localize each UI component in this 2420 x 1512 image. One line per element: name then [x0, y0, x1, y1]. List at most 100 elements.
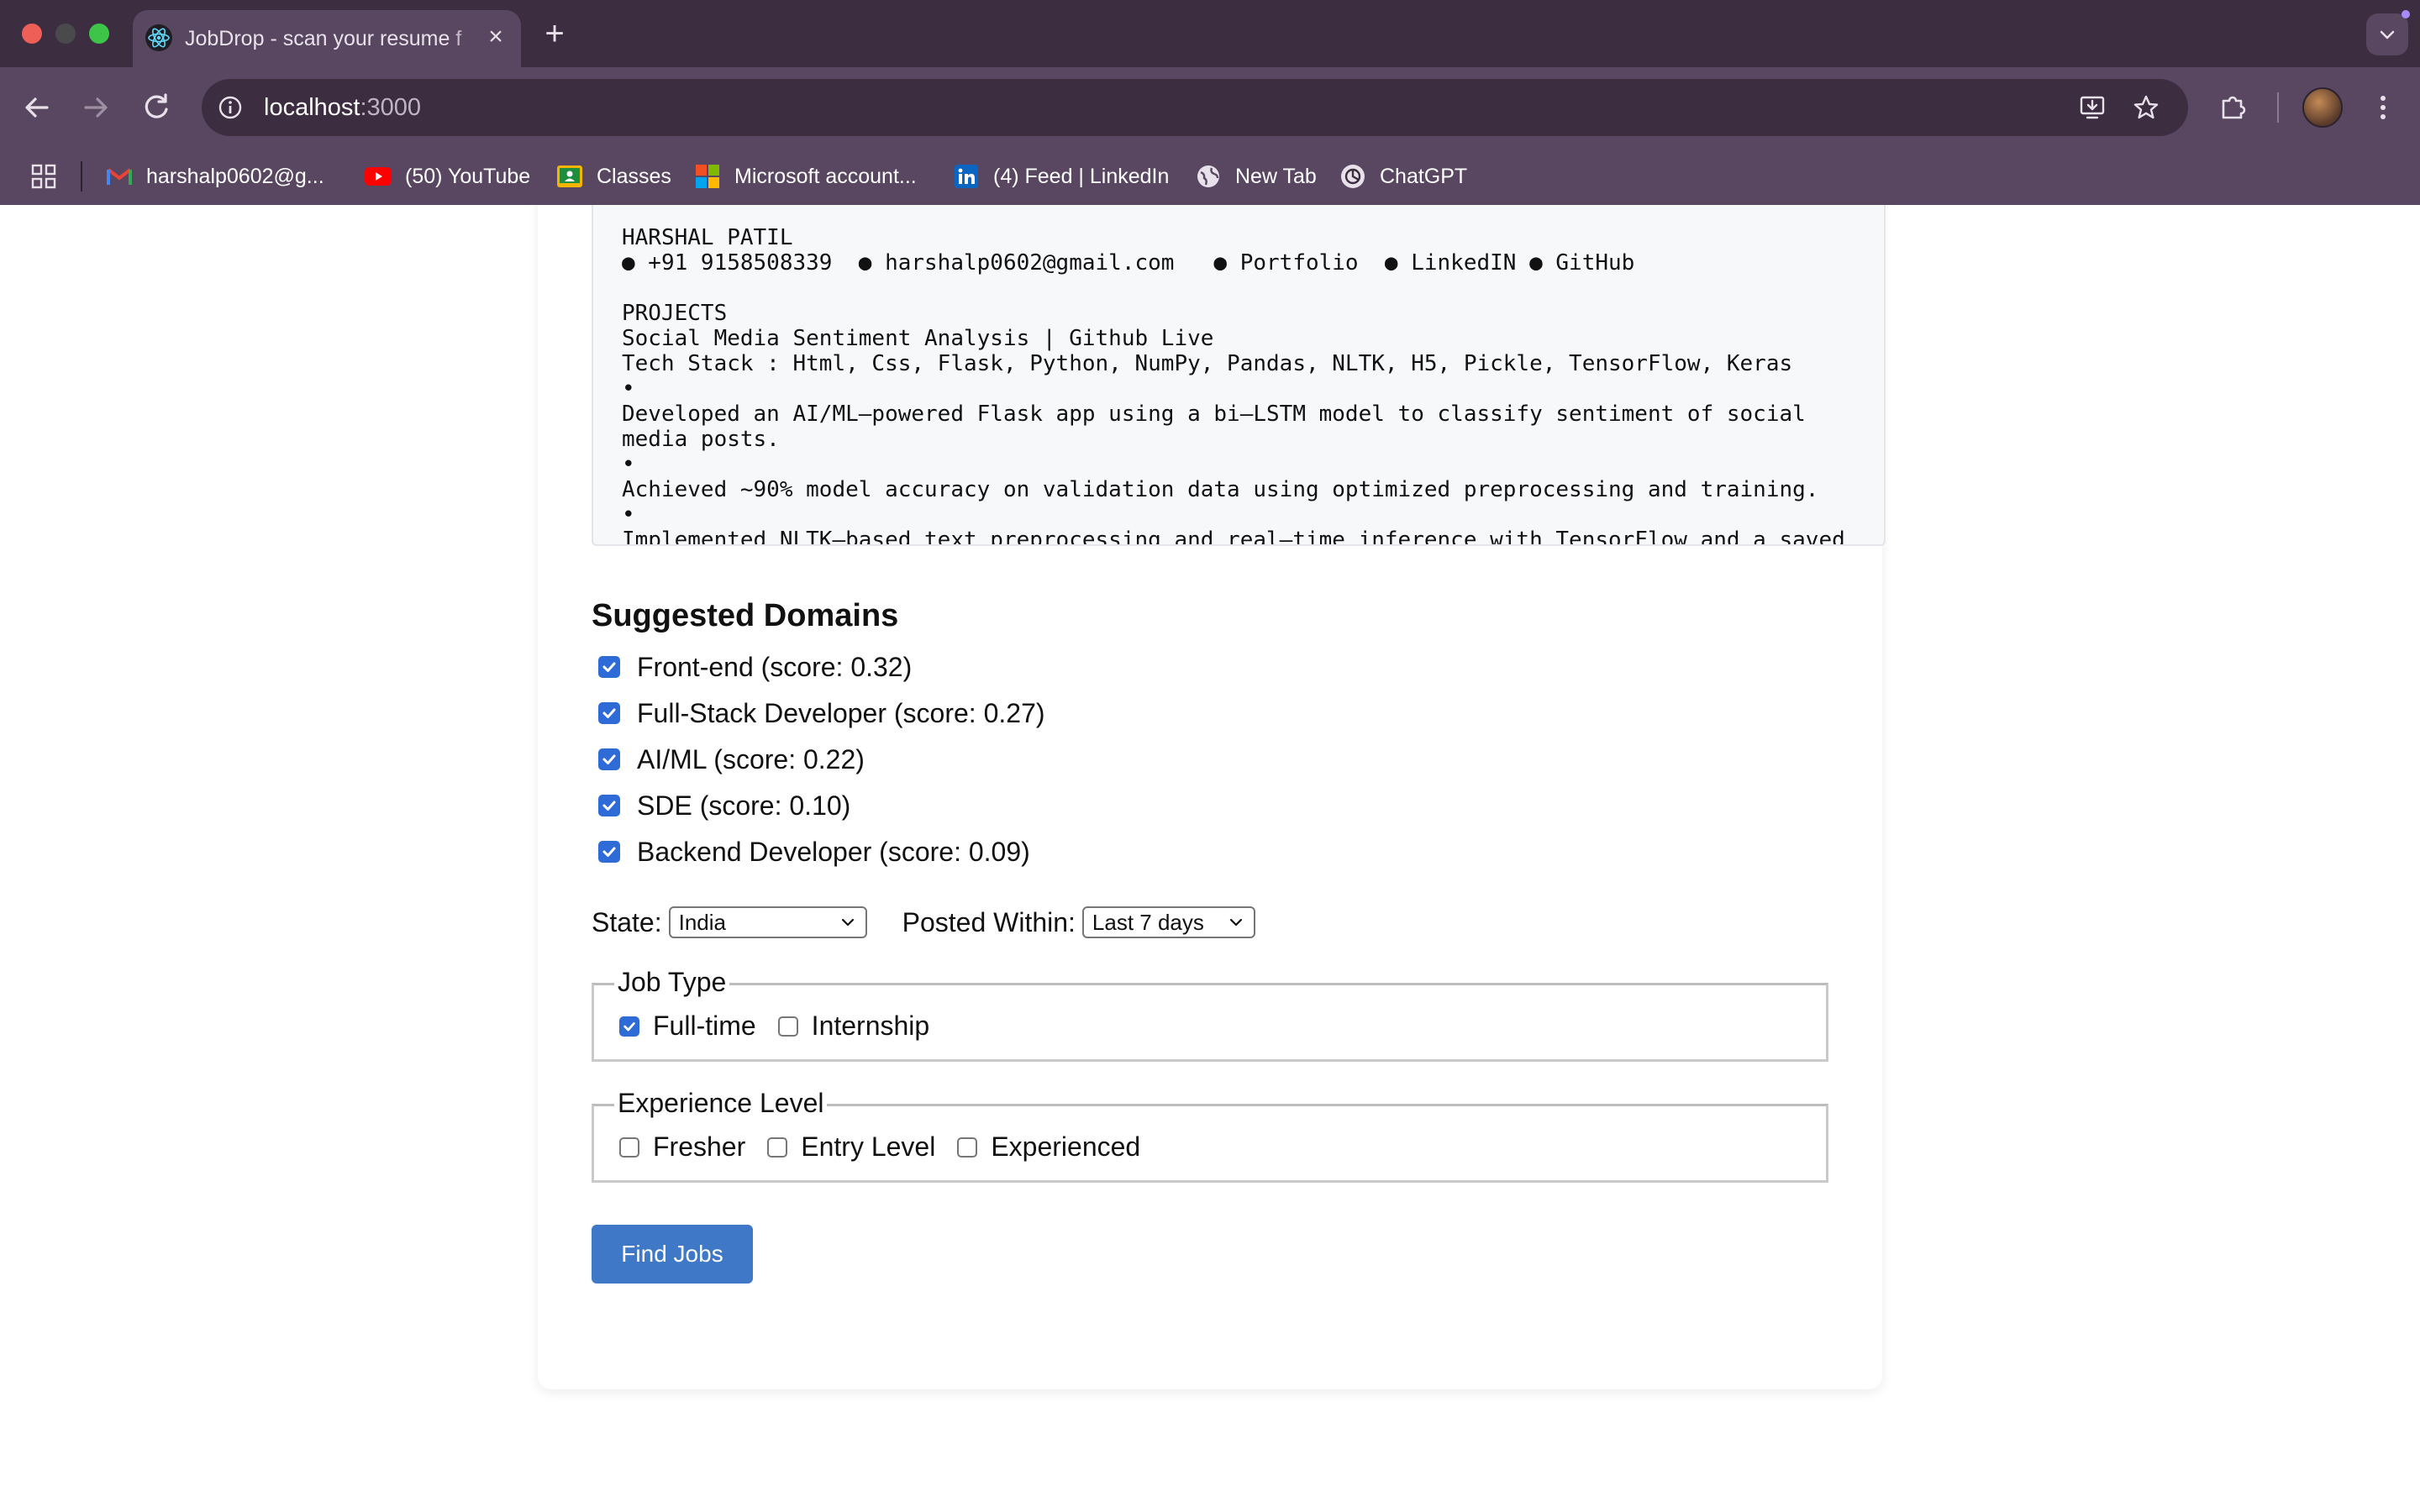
more-menu-icon[interactable] [2365, 89, 2402, 126]
posted-within-label: Posted Within: [902, 906, 1076, 937]
find-jobs-button[interactable]: Find Jobs [592, 1225, 753, 1284]
youtube-icon [365, 163, 392, 190]
resume-line: Tech Stack : Html, Css, Flask, Python, N… [622, 351, 1793, 376]
classroom-icon [556, 163, 583, 190]
forward-arrow-icon[interactable] [76, 87, 116, 128]
checkbox-checked[interactable] [598, 702, 620, 724]
option-label: Fresher [653, 1131, 746, 1162]
domain-label: Full-Stack Developer (score: 0.27) [637, 697, 1045, 728]
profile-avatar[interactable] [2302, 87, 2343, 128]
maximize-window-button[interactable] [89, 24, 109, 44]
tab-search-button[interactable] [2366, 13, 2408, 55]
checkbox-unchecked[interactable] [619, 1137, 639, 1158]
tab-strip: JobDrop - scan your resume f × + [0, 0, 2420, 67]
checkbox-checked[interactable] [619, 1016, 639, 1037]
domain-label: Backend Developer (score: 0.09) [637, 836, 1030, 867]
checkbox-unchecked[interactable] [957, 1137, 978, 1158]
page-viewport: HARSHAL PATIL ● +91 9158508339 ● harshal… [0, 205, 2420, 1512]
resume-line: ● +91 9158508339 ● harshalp0602@gmail.co… [622, 250, 1635, 276]
bookmark-label: Microsoft account... [734, 164, 917, 188]
job-type-options: Full-time Internship [619, 1011, 951, 1042]
tab-title-fade [452, 22, 477, 55]
chevron-down-icon [2380, 30, 2395, 39]
url-text: localhost:3000 [264, 92, 421, 123]
bookmark-label: ChatGPT [1380, 164, 1468, 188]
resume-line: • [622, 376, 635, 402]
bookmark-new-tab[interactable]: New Tab [1195, 160, 1317, 193]
resume-line: HARSHAL PATIL [622, 225, 793, 250]
job-type-internship[interactable]: Internship [777, 1011, 930, 1042]
posted-within-select[interactable]: Last 7 days [1081, 906, 1255, 938]
bookmark-chatgpt[interactable]: ChatGPT [1339, 160, 1467, 193]
checkbox-unchecked[interactable] [777, 1016, 798, 1037]
chatgpt-icon [1339, 163, 1366, 190]
install-app-icon[interactable] [2077, 92, 2107, 123]
domain-checkbox-aiml[interactable]: AI/ML (score: 0.22) [598, 743, 865, 776]
domain-checkbox-sde[interactable]: SDE (score: 0.10) [598, 789, 850, 822]
reload-icon[interactable] [136, 87, 176, 128]
domain-checkbox-backend[interactable]: Backend Developer (score: 0.09) [598, 835, 1030, 869]
react-atom-icon [145, 24, 172, 51]
experience-options: Fresher Entry Level Experienced [619, 1131, 1162, 1163]
experience-entry-level[interactable]: Entry Level [767, 1131, 935, 1163]
bookmark-label: (50) YouTube [405, 164, 531, 188]
domain-checkbox-frontend[interactable]: Front-end (score: 0.32) [598, 650, 912, 684]
state-select[interactable]: India [668, 906, 867, 938]
domain-label: Front-end (score: 0.32) [637, 651, 913, 682]
job-type-fieldset: Job Type Full-time Internship [592, 965, 1828, 1062]
address-bar[interactable]: localhost:3000 [202, 79, 2188, 136]
url-port: :3000 [360, 94, 422, 121]
toolbar-separator [2277, 92, 2279, 123]
experience-experienced[interactable]: Experienced [957, 1131, 1140, 1163]
option-label: Experienced [991, 1131, 1141, 1162]
checkbox-checked[interactable] [598, 795, 620, 816]
close-tab-icon[interactable]: × [482, 24, 509, 50]
chevron-down-icon [841, 918, 854, 927]
state-label: State: [592, 906, 662, 937]
checkbox-checked[interactable] [598, 748, 620, 770]
bookmark-microsoft[interactable]: Microsoft account... [694, 160, 917, 193]
close-window-button[interactable] [22, 24, 42, 44]
experience-level-fieldset: Experience Level Fresher Entry Level Exp… [592, 1086, 1828, 1183]
site-info-icon[interactable] [217, 94, 244, 121]
bookmark-label: New Tab [1235, 164, 1317, 188]
bookmark-label: (4) Feed | LinkedIn [993, 164, 1170, 188]
bookmark-linkedin[interactable]: (4) Feed | LinkedIn [953, 160, 1169, 193]
resume-line: media posts. [622, 427, 780, 452]
bookmark-youtube[interactable]: (50) YouTube [365, 160, 530, 193]
checkbox-checked[interactable] [598, 841, 620, 863]
checkbox-checked[interactable] [598, 656, 620, 678]
resume-line: Achieved ~90% model accuracy on validati… [622, 477, 1819, 502]
chevron-down-icon [1229, 918, 1243, 927]
bookmark-classes[interactable]: Classes [556, 160, 671, 193]
apps-grid-icon[interactable] [30, 163, 57, 190]
resume-text-preview[interactable]: HARSHAL PATIL ● +91 9158508339 ● harshal… [592, 205, 1886, 546]
gmail-icon [106, 163, 133, 190]
resume-line: Developed an AI/ML–powered Flask app usi… [622, 402, 1806, 427]
microsoft-icon [694, 163, 721, 190]
posted-within-value: Last 7 days [1092, 909, 1204, 935]
experience-level-legend: Experience Level [614, 1086, 828, 1120]
bookmarks-bar: harshalp0602@g... (50) YouTube Classes M… [0, 148, 2420, 205]
domain-checkbox-fullstack[interactable]: Full-Stack Developer (score: 0.27) [598, 696, 1045, 730]
resume-line: Social Media Sentiment Analysis | Github… [622, 326, 1214, 351]
browser-toolbar: localhost:3000 [0, 67, 2420, 148]
experience-fresher[interactable]: Fresher [619, 1131, 745, 1163]
resume-line: PROJECTS [622, 301, 728, 326]
active-tab[interactable]: JobDrop - scan your resume f × [133, 10, 521, 67]
bookmark-star-icon[interactable] [2131, 92, 2161, 123]
filter-row: State: India Posted Within: Last 7 days [592, 906, 1255, 939]
minimize-window-button[interactable] [55, 24, 76, 44]
back-arrow-icon[interactable] [17, 87, 57, 128]
option-label: Internship [811, 1011, 930, 1041]
option-label: Full-time [653, 1011, 756, 1041]
resume-line: • [622, 502, 635, 528]
bookmark-label: Classes [597, 164, 671, 188]
job-type-fulltime[interactable]: Full-time [619, 1011, 756, 1042]
job-type-legend: Job Type [614, 965, 730, 999]
bookmark-gmail[interactable]: harshalp0602@g... [106, 160, 324, 193]
checkbox-unchecked[interactable] [767, 1137, 788, 1158]
new-tab-button[interactable]: + [539, 17, 570, 50]
extensions-puzzle-icon[interactable] [2215, 89, 2252, 126]
bookmark-label: harshalp0602@g... [146, 164, 324, 188]
